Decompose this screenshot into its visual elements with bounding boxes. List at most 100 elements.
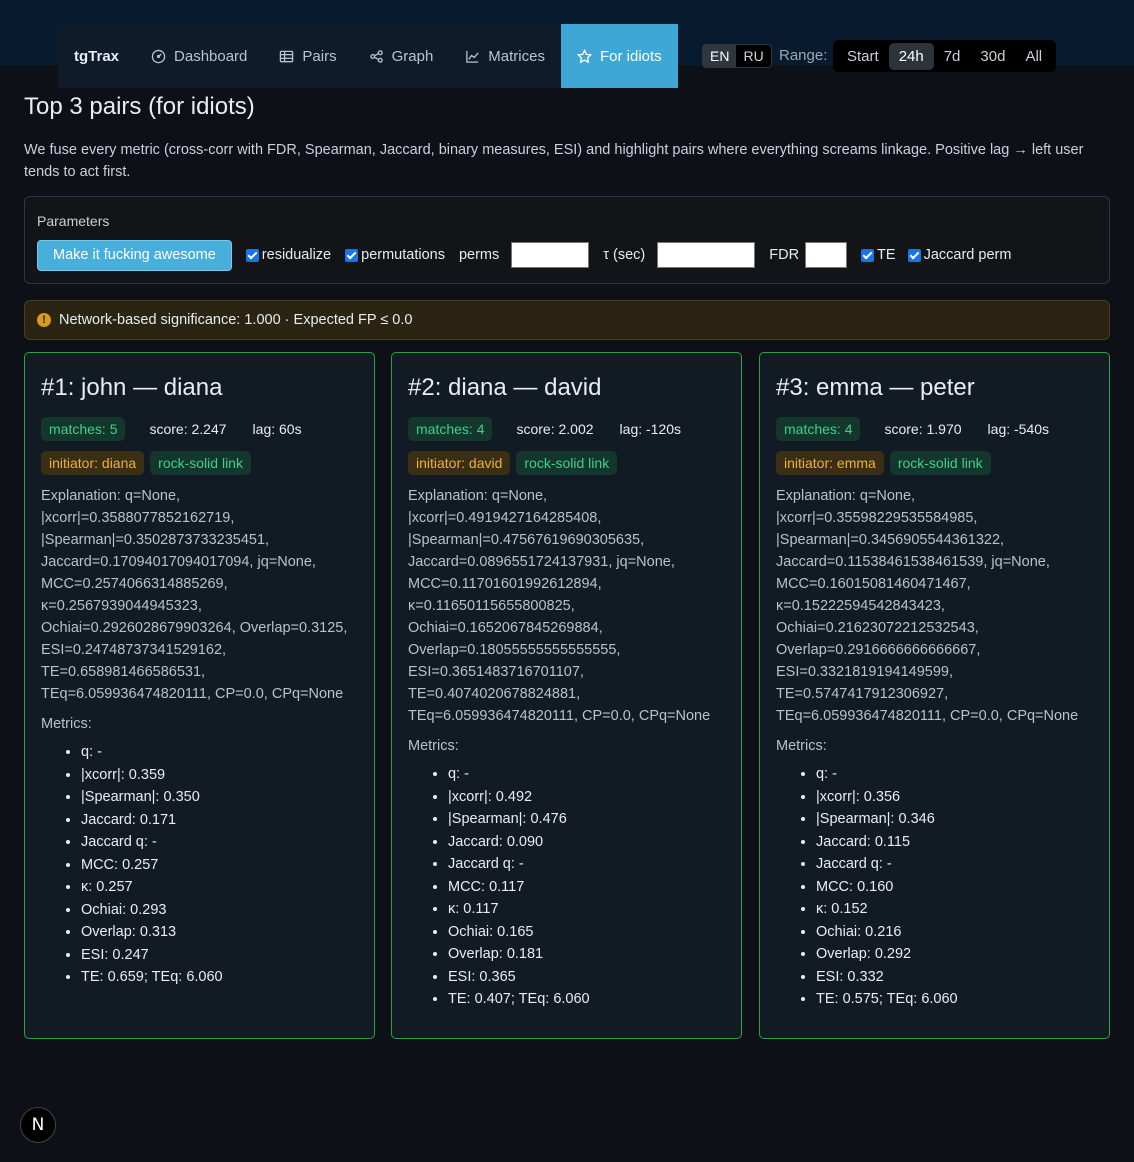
metric-item: Jaccard: 0.171	[81, 809, 223, 832]
metric-item: q: -	[81, 741, 223, 764]
metric-item: MCC: 0.117	[448, 876, 590, 899]
permutations-label: permutations	[361, 247, 445, 263]
te-label: TE	[877, 247, 896, 263]
metric-item: Ochiai: 0.216	[816, 921, 958, 944]
initiator-badge: initiator: emma	[776, 451, 884, 475]
metric-item: Jaccard q: -	[81, 831, 223, 854]
range-30d-button[interactable]: 30d	[970, 43, 1015, 70]
metric-item: |Spearman|: 0.350	[81, 786, 223, 809]
jaccard-perm-label: Jaccard perm	[923, 247, 1012, 263]
nav-item-for-idiots[interactable]: For idiots	[560, 24, 678, 88]
link-badge: rock-solid link	[516, 451, 618, 475]
initiator-badge: initiator: david	[408, 451, 511, 475]
metric-item: Jaccard: 0.090	[448, 831, 590, 854]
link-badge: rock-solid link	[150, 451, 251, 475]
nextjs-logo-icon[interactable]: N	[20, 1107, 56, 1143]
initiator-badge: initiator: diana	[41, 451, 145, 475]
tau-input[interactable]	[657, 242, 756, 268]
metric-item: ESI: 0.365	[448, 966, 590, 989]
metrics-title: Metrics:	[776, 738, 827, 754]
checkbox-checked-icon	[861, 248, 875, 262]
nav-item-dashboard[interactable]: Dashboard	[135, 24, 263, 88]
parameters-row: Make it fucking awesome residualize perm…	[37, 239, 1012, 271]
matches-badge: matches: 4	[776, 417, 861, 441]
pair-card: #3: emma — peter matches: 4 score: 1.970…	[759, 352, 1110, 1039]
explanation-text: Explanation: q=None, |xcorr|=0.358807785…	[41, 488, 348, 702]
metric-item: TE: 0.659; TEq: 6.060	[81, 966, 223, 989]
checkbox-checked-icon	[907, 248, 921, 262]
perms-input[interactable]	[511, 242, 590, 268]
metric-item: Ochiai: 0.293	[81, 899, 223, 922]
nav-item-label: Matrices	[488, 47, 545, 65]
range-start-button[interactable]: Start	[837, 43, 889, 70]
nav-item-label: For idiots	[599, 47, 662, 65]
warning-icon: !	[37, 313, 51, 327]
nav-item-graph[interactable]: Graph	[353, 24, 450, 88]
residualize-label: residualize	[261, 247, 332, 263]
metric-item: MCC: 0.257	[81, 854, 223, 877]
link-badge: rock-solid link	[889, 451, 991, 475]
language-switcher: EN RU	[702, 44, 772, 68]
metric-item: κ: 0.117	[448, 898, 590, 921]
range-label: Range:	[779, 47, 828, 64]
star-icon	[576, 48, 592, 63]
score-text: score: 1.970	[884, 421, 962, 437]
metric-item: Jaccard q: -	[448, 853, 590, 876]
te-checkbox[interactable]: TE	[861, 247, 896, 263]
residualize-checkbox[interactable]: residualize	[245, 247, 332, 263]
metric-item: Overlap: 0.181	[448, 943, 590, 966]
metric-item: κ: 0.257	[81, 876, 223, 899]
nav-item-label: Pairs	[302, 47, 337, 65]
metric-item: Overlap: 0.313	[81, 921, 223, 944]
metric-item: MCC: 0.160	[816, 876, 958, 899]
metric-item: |Spearman|: 0.346	[816, 808, 958, 831]
score-text: score: 2.002	[516, 421, 594, 437]
metric-item: TE: 0.407; TEq: 6.060	[448, 988, 590, 1011]
jaccard-perm-checkbox[interactable]: Jaccard perm	[907, 247, 1012, 263]
range-selector: Start 24h 7d 30d All	[833, 40, 1057, 72]
brand-logo[interactable]: tgTrax	[58, 48, 135, 65]
parameters-panel: Parameters Make it fucking awesome resid…	[24, 196, 1110, 284]
alert-text: Network-based significance: 1.000 · Expe…	[59, 312, 413, 328]
fdr-input[interactable]	[805, 242, 848, 268]
run-button[interactable]: Make it fucking awesome	[37, 239, 232, 271]
metrics-title: Metrics:	[408, 738, 459, 754]
range-7d-button[interactable]: 7d	[934, 43, 971, 70]
metrics-list: q: - |xcorr|: 0.492 |Spearman|: 0.476 Ja…	[432, 763, 590, 1011]
range-24h-button[interactable]: 24h	[888, 42, 934, 70]
checkbox-checked-icon	[345, 248, 359, 262]
pair-card: #2: diana — david matches: 4 score: 2.00…	[391, 352, 742, 1039]
nav-item-label: Dashboard	[174, 47, 248, 65]
metric-item: Overlap: 0.292	[816, 943, 958, 966]
metric-item: Jaccard q: -	[816, 853, 958, 876]
metric-item: Jaccard: 0.115	[816, 831, 958, 854]
lag-text: lag: -540s	[987, 421, 1050, 437]
explanation-text: Explanation: q=None, |xcorr|=0.355982295…	[776, 488, 1079, 724]
metric-item: Ochiai: 0.165	[448, 921, 590, 944]
metric-item: |xcorr|: 0.359	[81, 764, 223, 787]
lang-en-button[interactable]: EN	[703, 45, 737, 67]
page-description: We fuse every metric (cross-corr with FD…	[24, 142, 1084, 180]
card-title: #3: emma — peter	[776, 374, 975, 401]
card-stats: matches: 4 score: 1.970 lag: -540s	[776, 417, 1049, 441]
lag-text: lag: -120s	[619, 421, 682, 437]
lag-text: lag: 60s	[252, 421, 302, 437]
nav-item-pairs[interactable]: Pairs	[263, 24, 352, 88]
nav-item-matrices[interactable]: Matrices	[449, 24, 561, 88]
perms-label: perms	[458, 247, 500, 263]
metrics-title: Metrics:	[41, 716, 92, 732]
metric-item: q: -	[448, 763, 590, 786]
metric-item: |xcorr|: 0.492	[448, 786, 590, 809]
metric-item: κ: 0.152	[816, 898, 958, 921]
page-title: Top 3 pairs (for idiots)	[24, 93, 255, 120]
permutations-checkbox[interactable]: permutations	[345, 247, 445, 263]
nav-item-label: Graph	[391, 47, 434, 65]
parameters-title: Parameters	[37, 213, 110, 229]
metric-item: ESI: 0.332	[816, 966, 958, 989]
range-all-button[interactable]: All	[1015, 43, 1052, 70]
card-stats: matches: 4 score: 2.002 lag: -120s	[408, 417, 681, 441]
metrics-list: q: - |xcorr|: 0.356 |Spearman|: 0.346 Ja…	[800, 763, 958, 1011]
card-badges: initiator: emma rock-solid link	[776, 451, 991, 475]
metric-item: |Spearman|: 0.476	[448, 808, 590, 831]
lang-ru-button[interactable]: RU	[736, 45, 770, 67]
